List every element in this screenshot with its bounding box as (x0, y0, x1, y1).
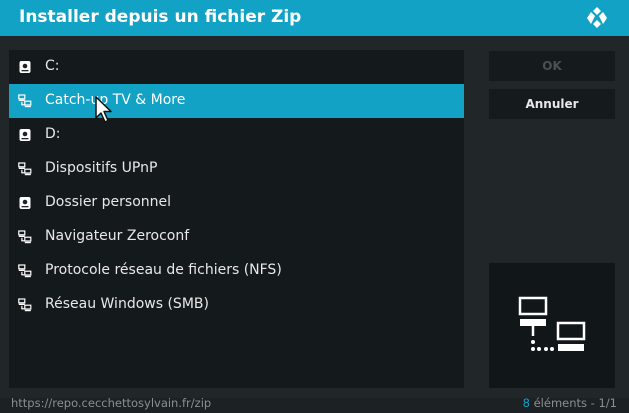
source-list[interactable]: C: Catch-up TV & More D: Dispositifs UPnP Do… (9, 50, 464, 388)
network-icon (18, 230, 32, 244)
network-icon (18, 298, 32, 312)
item-count-label: éléments - 1/1 (533, 396, 617, 410)
list-item-label: Dossier personnel (45, 194, 172, 210)
mouse-cursor-icon (95, 96, 112, 123)
list-item[interactable]: Catch-up TV & More (9, 84, 464, 118)
network-icon (18, 162, 32, 176)
ok-button[interactable]: OK (489, 51, 615, 81)
list-item[interactable]: Navigateur Zeroconf (9, 220, 464, 254)
list-item[interactable]: C: (9, 50, 464, 84)
network-icon (18, 264, 32, 278)
network-icon (18, 94, 32, 108)
list-item[interactable]: Dispositifs UPnP (9, 152, 464, 186)
drive-icon (19, 197, 31, 209)
preview-panel (489, 263, 615, 388)
list-item[interactable]: Réseau Windows (SMB) (9, 288, 464, 322)
kodi-logo-icon (587, 7, 607, 28)
item-count: 8 éléments - 1/1 (523, 396, 617, 410)
list-item-label: Réseau Windows (SMB) (45, 296, 209, 312)
item-count-number: 8 (522, 396, 530, 410)
list-item-label: C: (45, 58, 60, 74)
dialog-title: Installer depuis un fichier Zip (19, 7, 302, 27)
list-item-label: Protocole réseau de fichiers (NFS) (45, 262, 282, 278)
list-item-label: Navigateur Zeroconf (45, 228, 190, 244)
network-icon (518, 296, 586, 351)
list-item[interactable]: D: (9, 118, 464, 152)
title-bar: Installer depuis un fichier Zip (0, 0, 629, 36)
list-item-label: Dispositifs UPnP (45, 160, 158, 176)
list-item-label: Catch-up TV & More (45, 92, 186, 108)
list-item-label: D: (45, 126, 61, 142)
cancel-button[interactable]: Annuler (489, 89, 615, 119)
current-path: https://repo.cecchettosylvain.fr/zip (11, 396, 212, 410)
drive-icon (19, 61, 31, 73)
drive-icon (19, 129, 31, 141)
list-item[interactable]: Protocole réseau de fichiers (NFS) (9, 254, 464, 288)
list-item[interactable]: Dossier personnel (9, 186, 464, 220)
